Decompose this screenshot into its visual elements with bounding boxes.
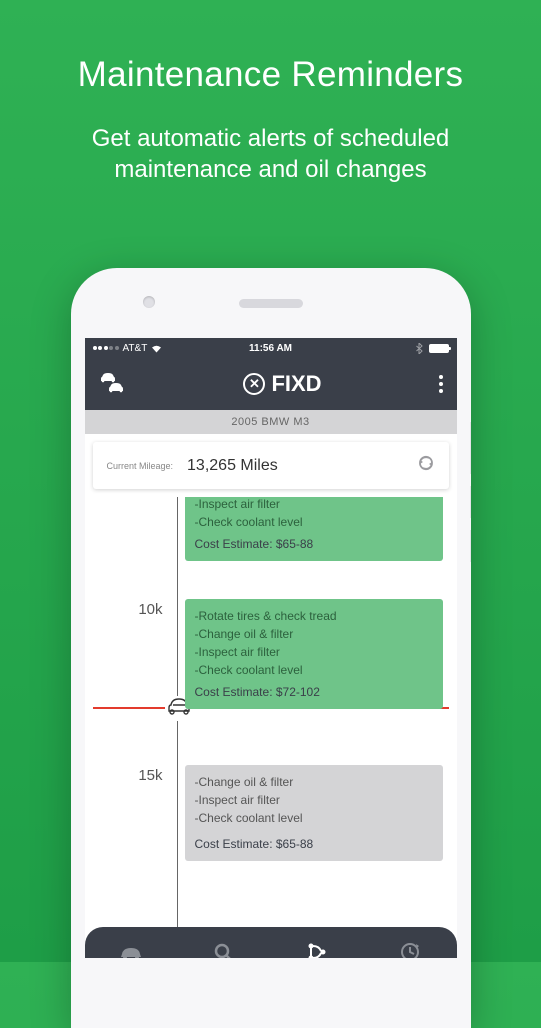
milestone-item: -Check coolant level xyxy=(195,809,433,827)
menu-icon[interactable] xyxy=(439,375,443,393)
milestone-row: -Inspect air filter -Check coolant level… xyxy=(85,497,443,561)
tab-condition[interactable]: Condition xyxy=(85,927,178,958)
phone-speaker-icon xyxy=(239,299,303,308)
vehicles-icon[interactable] xyxy=(99,373,127,395)
phone-camera-icon xyxy=(143,296,155,308)
mileage-card: Current Mileage: 13,265 Miles xyxy=(93,442,449,489)
bluetooth-icon xyxy=(416,343,423,354)
clock: 11:56 AM xyxy=(249,343,292,354)
phone-side-button xyxy=(470,486,471,518)
phone-top-bezel xyxy=(71,268,471,338)
tab-timeline[interactable]: Timeline xyxy=(271,927,364,958)
cost-estimate: Cost Estimate: $65-88 xyxy=(195,827,433,853)
milestone-item: -Change oil & filter xyxy=(195,625,433,643)
milestone-item: -Inspect air filter xyxy=(195,497,433,513)
phone-side-button xyxy=(470,422,471,474)
milestone-card[interactable]: -Rotate tires & check tread -Change oil … xyxy=(185,599,443,709)
tab-details[interactable]: Details xyxy=(178,927,271,958)
mileage-value: 13,265 Miles xyxy=(187,457,402,475)
vehicle-label: 2005 BMW M3 xyxy=(85,410,457,434)
hero-title: Maintenance Reminders xyxy=(0,0,541,95)
tab-wear-items[interactable]: Wear Items xyxy=(364,927,457,958)
milestone-item: -Check coolant level xyxy=(195,661,433,679)
cost-estimate: Cost Estimate: $65-88 xyxy=(195,531,433,553)
timeline[interactable]: -Inspect air filter -Check coolant level… xyxy=(85,497,457,927)
phone-mockup: AT&T 11:56 AM ✕ FIXD 2005 BMW M3 xyxy=(71,268,471,1028)
tab-bar: Condition Details Timeline Wear Items xyxy=(85,927,457,958)
carrier-label: AT&T xyxy=(123,343,148,354)
milestone-card[interactable]: -Inspect air filter -Check coolant level… xyxy=(185,497,443,561)
phone-screen: AT&T 11:56 AM ✕ FIXD 2005 BMW M3 xyxy=(85,338,457,958)
milestone-item: -Inspect air filter xyxy=(195,791,433,809)
phone-side-button xyxy=(470,530,471,562)
refresh-icon[interactable] xyxy=(417,454,435,477)
milestone-label: 15k xyxy=(85,765,185,861)
hero-subtitle: Get automatic alerts of scheduled mainte… xyxy=(0,95,541,185)
milestone-row: 15k -Change oil & filter -Inspect air fi… xyxy=(85,765,443,861)
milestone-item: -Rotate tires & check tread xyxy=(195,607,433,625)
app-logo: ✕ FIXD xyxy=(137,371,429,397)
mileage-label: Current Mileage: xyxy=(107,461,174,471)
milestone-card[interactable]: -Change oil & filter -Inspect air filter… xyxy=(185,765,443,861)
status-bar: AT&T 11:56 AM xyxy=(85,338,457,358)
wifi-icon xyxy=(151,344,162,353)
battery-icon xyxy=(429,344,449,353)
app-header: ✕ FIXD xyxy=(85,358,457,410)
milestone-row: 10k -Rotate tires & check tread -Change … xyxy=(85,599,443,709)
milestone-item: -Check coolant level xyxy=(195,513,433,531)
milestone-label xyxy=(85,497,185,561)
signal-icon xyxy=(93,346,119,350)
wrench-icon: ✕ xyxy=(243,373,265,395)
cost-estimate: Cost Estimate: $72-102 xyxy=(195,679,433,701)
milestone-item: -Change oil & filter xyxy=(195,773,433,791)
milestone-label: 10k xyxy=(85,599,185,709)
milestone-item: -Inspect air filter xyxy=(195,643,433,661)
